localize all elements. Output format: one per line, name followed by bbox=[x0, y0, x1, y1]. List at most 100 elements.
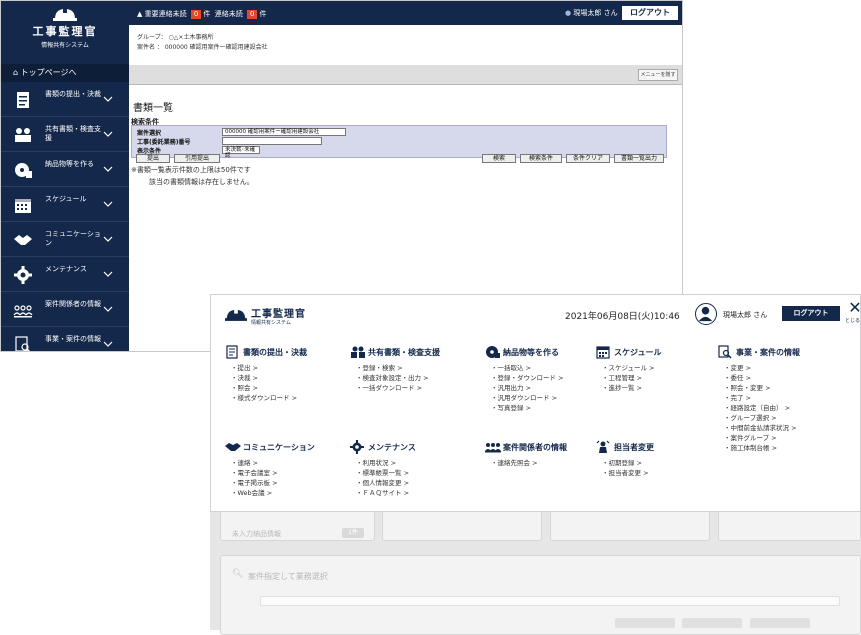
sidebar-item-deliverables[interactable]: 納品物等を作る bbox=[1, 153, 129, 187]
search-doc-icon bbox=[15, 336, 31, 351]
gear-icon bbox=[14, 266, 32, 284]
search-conditions-button[interactable]: 検索条件 bbox=[520, 154, 562, 163]
search-icon: 🔍︎ bbox=[232, 569, 244, 579]
group-icon bbox=[485, 443, 501, 453]
menu-link[interactable]: 担当者変更 > bbox=[602, 468, 649, 478]
sidebar-app-subtitle: 情報共有システム bbox=[41, 42, 89, 49]
logout-button[interactable]: ログアウト bbox=[782, 306, 840, 321]
sidebar-item-business-info[interactable]: 事業・案件の情報 bbox=[1, 328, 129, 351]
close-icon[interactable]: ✕ bbox=[848, 300, 861, 316]
menu-link[interactable]: 検査対象設定・出力 > bbox=[356, 373, 429, 383]
sidebar-logo[interactable]: 工事監理官 情報共有システム bbox=[1, 7, 129, 49]
menu-link[interactable]: 進捗一覧 > bbox=[602, 383, 655, 393]
work-number-input[interactable] bbox=[222, 137, 322, 145]
chevron-down-icon bbox=[103, 96, 113, 102]
page-title: 書類一覧 bbox=[133, 103, 173, 114]
category-title: スケジュール bbox=[614, 348, 662, 357]
person-change-icon bbox=[596, 440, 610, 453]
menu-link[interactable]: 施工体制台帳 > bbox=[724, 443, 797, 453]
category-title: メンテナンス bbox=[368, 443, 416, 452]
sidebar-top-link-label: トップページへ bbox=[20, 68, 77, 77]
limit-note: ※書類一覧表示件数の上限は50件です bbox=[131, 166, 251, 174]
disc-icon bbox=[15, 163, 32, 178]
global-menu-popup: 工事監理官 情報共有システム 2021年06月08日(火)10:46 現場太郎 … bbox=[210, 294, 861, 512]
quote-submit-button[interactable]: 引用提出 bbox=[174, 154, 220, 163]
export-list-button[interactable]: 書類一覧出力 bbox=[614, 154, 664, 163]
menu-link[interactable]: グループ選択 > bbox=[724, 413, 797, 423]
menu-link[interactable]: 電子掲示板 > bbox=[231, 478, 278, 488]
menu-link[interactable]: 一括取込 > bbox=[491, 363, 564, 373]
work-number-label: 工事(委託業務)番号 bbox=[137, 139, 191, 146]
category-title: 案件関係者の情報 bbox=[503, 443, 567, 452]
unread-notice[interactable]: ▲ 重要連絡未読 0件 連絡未読 0件 bbox=[137, 9, 266, 19]
ghost-button[interactable] bbox=[615, 618, 675, 628]
menu-link[interactable]: スケジュール > bbox=[602, 363, 655, 373]
menu-link[interactable]: 登録・検索 > bbox=[356, 363, 429, 373]
sidebar-item-stakeholders[interactable]: 案件関係者の情報 bbox=[1, 293, 129, 327]
menu-link[interactable]: 登録・ダウンロード > bbox=[491, 373, 564, 383]
disc-icon bbox=[486, 346, 500, 358]
handshake-icon bbox=[14, 235, 32, 245]
sidebar-top-link[interactable]: ⌂ トップページへ bbox=[1, 64, 129, 82]
close-label[interactable]: とじる bbox=[845, 317, 860, 324]
submit-button[interactable]: 提出 bbox=[136, 154, 170, 163]
sidebar-item-label: 案件関係者の情報 bbox=[45, 300, 101, 308]
menu-link[interactable]: 照会 > bbox=[231, 383, 297, 393]
sidebar-item-documents[interactable]: 書類の提出・決裁 bbox=[1, 83, 129, 117]
user-info: ● 現場太郎 さん bbox=[565, 8, 618, 18]
important-unread-count: 0 bbox=[190, 10, 202, 19]
menu-link[interactable]: Web会議 > bbox=[231, 488, 278, 498]
menu-link[interactable]: 汎用出力 > bbox=[491, 383, 564, 393]
menu-link[interactable]: 照会・変更 > bbox=[724, 383, 797, 393]
menu-link[interactable]: 写真登録 > bbox=[491, 403, 564, 413]
helmet-logo-icon bbox=[53, 8, 77, 21]
sidebar-item-label: 納品物等を作る bbox=[45, 160, 94, 168]
menu-link[interactable]: 標準帳票一覧 > bbox=[356, 468, 410, 478]
sidebar-item-schedule[interactable]: スケジュール bbox=[1, 188, 129, 222]
menu-link[interactable]: 様式ダウンロード > bbox=[231, 393, 298, 403]
menu-link[interactable]: 委任 > bbox=[724, 373, 797, 383]
menu-link[interactable]: 個人情報変更 > bbox=[356, 478, 410, 488]
unread-count: 0 bbox=[247, 10, 258, 19]
sidebar-item-communication[interactable]: コミュニケーション bbox=[1, 223, 129, 257]
menu-link[interactable]: 初期登録 > bbox=[602, 458, 649, 468]
sidebar-item-label: 事業・案件の情報 bbox=[45, 335, 101, 343]
menu-link[interactable]: 利用状況 > bbox=[356, 458, 409, 468]
menu-link[interactable]: 経路設定（自由） > bbox=[724, 403, 797, 413]
sidebar-app-title: 工事監理官 bbox=[32, 25, 98, 38]
menu-link[interactable]: 変更 > bbox=[724, 363, 797, 373]
menu-link[interactable]: 完了 > bbox=[724, 393, 797, 403]
display-condition-select[interactable]: 未決裁･未確認 bbox=[222, 146, 260, 159]
sidebar-item-maintenance[interactable]: メンテナンス bbox=[1, 258, 129, 292]
menu-hide-bar: メニューを隠す bbox=[129, 65, 682, 85]
menu-link[interactable]: 電子会議室 > bbox=[231, 468, 278, 478]
clear-conditions-button[interactable]: 条件クリア bbox=[566, 154, 610, 163]
case-select[interactable]: 000000 確認用案件ー確認用建設会社 bbox=[222, 128, 346, 136]
menu-link[interactable]: 工程管理 > bbox=[602, 373, 655, 383]
case-dropdown[interactable] bbox=[260, 596, 840, 606]
ghost-button[interactable] bbox=[682, 618, 742, 628]
sidebar-item-label: スケジュール bbox=[45, 195, 87, 203]
category-title: 事業・案件の情報 bbox=[736, 348, 800, 357]
menu-link[interactable]: 連絡 > bbox=[231, 458, 278, 468]
menu-link[interactable]: 決裁 > bbox=[231, 373, 297, 383]
menu-link[interactable]: 案件グループ > bbox=[724, 433, 797, 443]
logout-button[interactable]: ログアウト bbox=[622, 6, 678, 20]
search-button[interactable]: 検索 bbox=[482, 154, 516, 163]
sidebar-item-shared[interactable]: 共有書類・検査支援 bbox=[1, 118, 129, 152]
chevron-down-icon bbox=[103, 341, 113, 347]
menu-link[interactable]: 汎用ダウンロード > bbox=[491, 393, 564, 403]
menu-link[interactable]: 中間前金払請求状況 > bbox=[724, 423, 797, 433]
menu-link[interactable]: ＦＡＱサイト > bbox=[356, 488, 410, 498]
chevron-down-icon bbox=[103, 201, 113, 207]
document-icon bbox=[17, 92, 29, 108]
category-title: 共有書類・検査支援 bbox=[368, 348, 440, 357]
ghost-button[interactable] bbox=[750, 618, 810, 628]
menu-link[interactable]: 一括ダウンロード > bbox=[356, 383, 429, 393]
menu-link[interactable]: 連絡先照会 > bbox=[491, 458, 538, 468]
count-unit: 件 bbox=[203, 10, 211, 18]
menu-hide-button[interactable]: メニューを隠す bbox=[638, 69, 678, 81]
sidebar-item-label: 共有書類・検査支援 bbox=[45, 125, 101, 142]
avatar bbox=[695, 303, 717, 325]
menu-link[interactable]: 提出 > bbox=[231, 363, 297, 373]
